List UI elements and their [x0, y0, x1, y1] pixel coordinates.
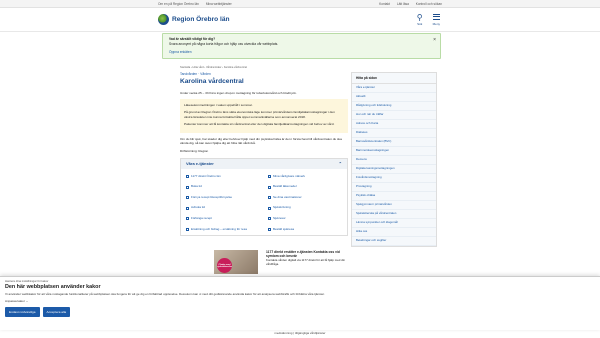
necessary-only-button[interactable]: Endast nödvändiga — [5, 307, 40, 317]
page-sidebar: Hitta på sidan Våra e-tjänster Aktuellt … — [351, 72, 437, 247]
sidebar-link[interactable]: Fotvårdsmottagning — [352, 174, 436, 183]
alert-link[interactable]: Öppna enkäten — [169, 50, 434, 54]
logo-text: Region Örebro län — [172, 16, 230, 23]
service-link[interactable]: Beställ sjukresa — [268, 227, 342, 232]
services-header[interactable]: Våra e-tjänster ⌃ — [181, 158, 347, 169]
topbar-link[interactable]: Mina webbtjänster — [206, 2, 232, 6]
service-link[interactable]: Mina vårdgivare nätverk — [268, 174, 342, 179]
topbar-link[interactable]: Om en på Region Örebro län — [158, 2, 199, 6]
service-link[interactable]: Se dina vaccinationer — [268, 195, 342, 200]
promo-badge: Chatta med sjuksköterska — [217, 258, 232, 273]
notice-text: Läkesekommettningen i vaken uppehåll i s… — [184, 103, 253, 108]
logo-mark-icon — [158, 14, 169, 25]
notice-text: På grund av Region Örebro läns sätta eko… — [184, 110, 335, 119]
page-title: Karolina vårdcentral — [180, 78, 244, 85]
external-link-icon — [268, 185, 271, 189]
external-link-icon — [186, 206, 189, 210]
external-link-icon — [268, 206, 271, 210]
cookie-small-text: Hantera dina inställningar för kakor — [5, 279, 49, 283]
accept-all-button[interactable]: Acceptera alla — [42, 307, 71, 317]
sidebar-link[interactable]: Sjukgymnast i primärvården — [352, 201, 436, 210]
topbar-left: Om en på Region Örebro län Mina webbtjän… — [158, 2, 238, 6]
cookie-banner: Hantera dina inställningar för kakor Den… — [0, 276, 600, 330]
sidebar-link[interactable]: Aktuellt — [352, 93, 436, 102]
service-link[interactable]: 1177 direkt Örebro län — [186, 174, 260, 179]
promo-body: Kontakta vården digitalt via 1177 direkt… — [266, 257, 346, 266]
external-link-icon — [186, 217, 189, 221]
alert-title: Vad är särskilt viktigt för dig? — [169, 37, 216, 41]
sidebar-title: Hitta på sidan — [352, 73, 436, 84]
contact-link[interactable]: Kontakt — [379, 2, 390, 6]
alert-body: Svara anonymt på några korta frågor och … — [169, 42, 279, 46]
services-title: Våra e-tjänster — [186, 161, 214, 167]
external-link-icon — [268, 217, 271, 221]
service-link[interactable]: Sjukresor — [268, 216, 342, 221]
site-header: Region Örebro län ⚲ Sök Meny — [0, 8, 600, 32]
service-link[interactable]: Ersättning och bidrag – ersättning för r… — [186, 227, 260, 232]
cookie-description: Vi använder webbkakor för att våra motta… — [5, 292, 325, 296]
sidebar-link[interactable]: Hitta oss — [352, 228, 436, 237]
sidebar-link[interactable]: Barnavårdscentralen (BVC) — [352, 138, 436, 147]
external-link-icon — [186, 227, 189, 231]
sidebar-link[interactable]: Rådgivning och tidsbokning — [352, 102, 436, 111]
promo-text: 1177 direkt ersätter e-tjänsten Kontakta… — [266, 250, 348, 266]
back-link[interactable]: Tandvården · Vården — [180, 72, 348, 76]
service-link[interactable]: Avboka tid — [186, 206, 260, 210]
menu-label: Meny — [432, 21, 440, 26]
notice-box: Läkesekommettningen i vaken uppehåll i s… — [180, 99, 348, 134]
external-link-icon — [268, 227, 271, 231]
hamburger-icon — [432, 13, 440, 20]
close-icon[interactable]: × — [433, 37, 436, 43]
external-link-icon — [268, 196, 271, 200]
external-link-icon — [186, 185, 189, 189]
sidebar-link[interactable]: Sjuksköterska på vårdcentralen — [352, 210, 436, 219]
easy-read-link[interactable]: Lätt läsa — [397, 2, 409, 6]
sidebar-link[interactable]: Digitala lasningsmottagningen — [352, 165, 436, 174]
cookie-title: Den här webbplatsen använder kakor — [5, 284, 101, 290]
service-link[interactable]: Förnya recept Receptförnyelse — [186, 195, 260, 200]
intro-text: Under vecka 25 – 33 finns ingen drop-in … — [180, 91, 297, 95]
topbar-right: Kontakt Lätt läsa Kontroll och sökan — [373, 2, 442, 6]
customize-cookies-link[interactable]: Anpassa kakor ⌄ — [5, 299, 595, 303]
sidebar-link[interactable]: Psykisk ohälsa — [352, 192, 436, 201]
sidebar-link[interactable]: Barnmorskemottagningen — [352, 147, 436, 156]
header-actions: ⚲ Sök Meny — [416, 12, 440, 26]
sidebar-link[interactable]: Diabetes — [352, 129, 436, 138]
external-link-icon — [186, 175, 189, 179]
sidebar-link[interactable]: Provtagning — [352, 183, 436, 192]
cookie-buttons: Endast nödvändiga Acceptera alla — [5, 307, 595, 317]
body-text: Om du blir sjuk, har skador dig eller be… — [180, 137, 342, 146]
sidebar-link[interactable]: Hur och när du träffar — [352, 111, 436, 120]
logo[interactable]: Region Örebro län — [158, 14, 230, 25]
service-link[interactable]: Sjukskrivning — [268, 206, 342, 210]
search-button[interactable]: ⚲ Sök — [416, 12, 423, 26]
chevron-down-icon: ⌄ — [25, 299, 29, 303]
notice-text: Patienter kommer att få kontakta sin vår… — [184, 121, 335, 126]
chevron-up-icon: ⌃ — [338, 161, 342, 167]
services-box: Våra e-tjänster ⌃ 1177 direkt Örebro län… — [180, 157, 348, 238]
body-text: Driftstörning: Region — [180, 149, 209, 154]
sidebar-link[interactable]: Adress och Karta — [352, 120, 436, 129]
menu-button[interactable]: Meny — [432, 13, 440, 26]
service-link[interactable]: Förlänga recept — [186, 216, 260, 221]
services-grid: 1177 direkt Örebro län Mina vårdgivare n… — [181, 169, 347, 238]
sidebar-link[interactable]: Demens — [352, 156, 436, 165]
service-link[interactable]: Boka tid — [186, 185, 260, 189]
external-link-icon — [186, 196, 189, 200]
promo-card[interactable]: Chatta med sjuksköterska 1177 direkt ers… — [214, 250, 348, 274]
external-link-icon — [268, 175, 271, 179]
search-label: Sök — [417, 21, 423, 26]
sidebar-link[interactable]: Betalningar och avgifter — [352, 237, 436, 246]
breadcrumb[interactable]: Startsida › Hitta vård › Vårdcentraler ›… — [180, 66, 247, 69]
topbar-extra-link[interactable]: Kontroll och sökan — [416, 2, 442, 6]
sidebar-link[interactable]: Våra e-tjänster — [352, 84, 436, 93]
survey-alert: Vad är särskilt viktigt för dig? Svara a… — [162, 33, 441, 59]
footer-text: medstämning | tillgängliga vårdtjänster — [274, 331, 326, 335]
top-utility-bar: Om en på Region Örebro län Mina webbtjän… — [0, 0, 600, 8]
search-icon: ⚲ — [416, 12, 423, 22]
main-content: Tandvården · Vården Karolina vårdcentral… — [180, 72, 348, 236]
sidebar-link[interactable]: Lämna synpunkter och klagomål — [352, 219, 436, 228]
service-link[interactable]: Beställ läkemedel — [268, 185, 342, 189]
